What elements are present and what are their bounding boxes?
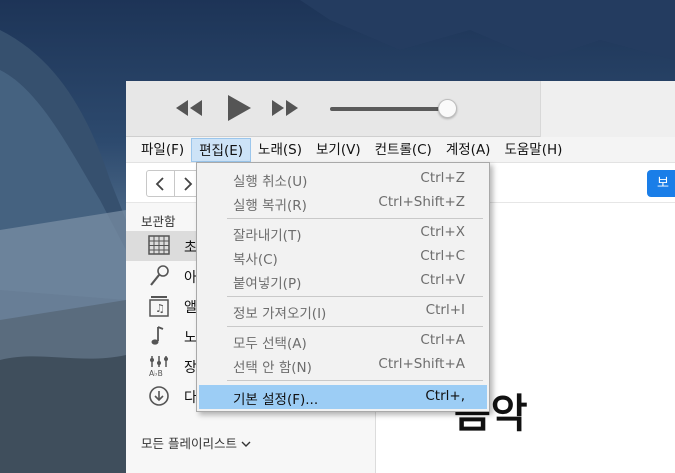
play-icon [228,95,251,121]
rewind-icon [176,100,202,116]
menu-item-label: 복사(C) [233,252,278,268]
sidebar-item-label: 노 [184,330,197,346]
chevron-left-icon [155,176,164,191]
album-icon: ♫ [148,295,172,317]
menu-account[interactable]: 계정(A) [439,138,498,162]
menu-item-shortcut: Ctrl+, [425,388,465,404]
player-controls-bar [126,81,675,137]
menu-item-shortcut: Ctrl+A [420,332,465,348]
store-button[interactable]: 보 [647,170,675,197]
volume-slider-track[interactable] [330,107,446,111]
menu-item-paste[interactable]: 붙여넣기(P) Ctrl+V [199,269,487,293]
menu-item-label: 모두 선택(A) [233,336,307,352]
menu-item-select-all[interactable]: 모두 선택(A) Ctrl+A [199,329,487,353]
svg-text:A♭B: A♭B [149,369,163,377]
menu-item-label: 잘라내기(T) [233,228,302,244]
rewind-button[interactable] [174,97,204,123]
menu-file[interactable]: 파일(F) [134,138,191,162]
all-playlists-label: 모든 플레이리스트 [141,436,237,451]
menu-item-redo[interactable]: 실행 복귀(R) Ctrl+Shift+Z [199,191,487,215]
menu-item-preferences[interactable]: 기본 설정(F)... Ctrl+, [199,385,487,409]
menu-item-shortcut: Ctrl+V [420,272,465,288]
chevron-right-icon [184,176,193,191]
menu-separator [227,380,483,381]
menu-item-label: 기본 설정(F)... [233,392,319,408]
menu-item-cut[interactable]: 잘라내기(T) Ctrl+X [199,221,487,245]
svg-text:♫: ♫ [155,302,165,315]
menu-item-label: 실행 취소(U) [233,174,308,190]
sidebar-item-label: 다 [184,390,197,406]
menu-separator [227,218,483,219]
music-note-icon [148,325,172,347]
menu-item-shortcut: Ctrl+X [420,224,465,240]
chevron-down-icon [241,441,251,447]
library-header: 보관함 [141,214,176,229]
sidebar-item-label: 아 [184,270,197,286]
play-button[interactable] [224,93,254,127]
menu-view[interactable]: 보기(V) [309,138,368,162]
sidebar-item-label: 장 [184,360,197,376]
menu-item-undo[interactable]: 실행 취소(U) Ctrl+Z [199,167,487,191]
edit-menu-dropdown: 실행 취소(U) Ctrl+Z 실행 복귀(R) Ctrl+Shift+Z 잘라… [196,162,490,412]
menu-edit[interactable]: 편집(E) [191,137,252,162]
genre-icon: A♭B [148,355,172,378]
menu-item-shortcut: Ctrl+Z [420,170,465,186]
menu-item-shortcut: Ctrl+Shift+Z [378,194,465,210]
grid-icon [148,235,172,257]
menu-separator [227,296,483,297]
menu-item-shortcut: Ctrl+Shift+A [378,356,465,372]
menu-controls[interactable]: 컨트롤(C) [368,138,439,162]
back-button[interactable] [147,171,174,196]
all-playlists-toggle[interactable]: 모든 플레이리스트 [141,433,251,452]
menu-item-get-info[interactable]: 정보 가져오기(I) Ctrl+I [199,299,487,323]
menu-item-label: 선택 안 함(N) [233,360,312,376]
menu-item-label: 실행 복귀(R) [233,198,307,214]
volume-slider-knob[interactable] [438,99,457,118]
menu-item-shortcut: Ctrl+C [420,248,465,264]
menu-item-select-none[interactable]: 선택 안 함(N) Ctrl+Shift+A [199,353,487,377]
menu-separator [227,326,483,327]
history-buttons [146,170,202,197]
menu-item-shortcut: Ctrl+I [425,302,465,318]
menu-bar: 파일(F) 편집(E) 노래(S) 보기(V) 컨트롤(C) 계정(A) 도움말… [126,137,675,163]
lcd-display [540,81,675,137]
fast-forward-icon [272,100,298,116]
download-icon [148,385,172,407]
sidebar-item-label: 초 [184,240,197,256]
menu-item-label: 붙여넣기(P) [233,276,302,292]
menu-item-label: 정보 가져오기(I) [233,306,327,322]
sidebar-item-label: 앨 [184,300,197,316]
menu-item-copy[interactable]: 복사(C) Ctrl+C [199,245,487,269]
microphone-icon [148,265,172,287]
menu-help[interactable]: 도움말(H) [497,138,569,162]
menu-song[interactable]: 노래(S) [251,138,309,162]
fast-forward-button[interactable] [270,97,300,123]
